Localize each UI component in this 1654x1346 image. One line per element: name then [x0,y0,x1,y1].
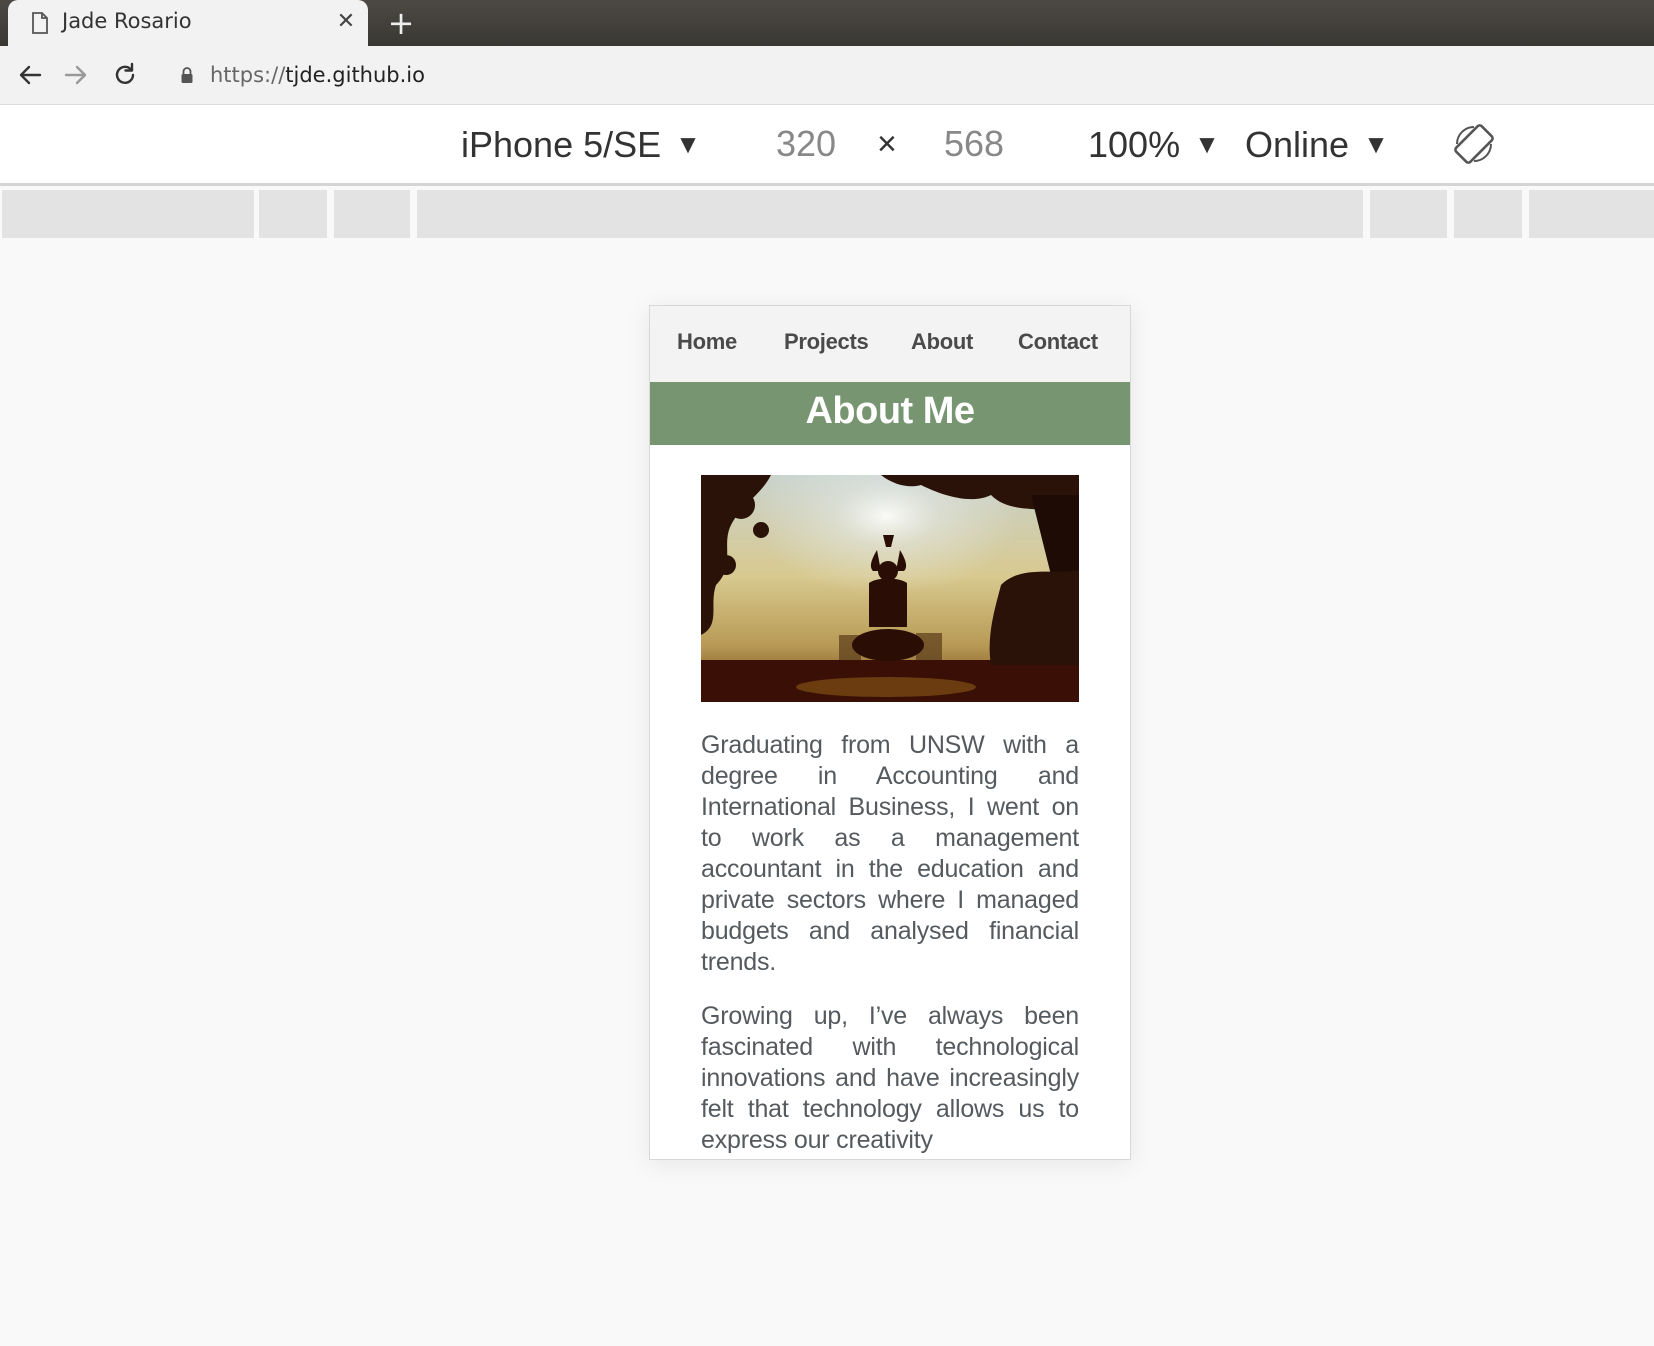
reload-icon[interactable] [111,61,139,89]
device-viewport: Home Projects About Contact About Me Gra… [649,305,1131,1160]
zoom-select[interactable]: 100% ▼ [1088,123,1220,166]
site-nav: Home Projects About Contact [650,306,1130,382]
media-query-segment[interactable] [1454,190,1522,238]
new-tab-button[interactable]: + [386,4,416,42]
device-toolbar: iPhone 5/SE ▼ 320 × 568 100% ▼ Online ▼ [0,105,1654,186]
close-tab-icon[interactable]: ✕ [334,8,358,36]
tab-title: Jade Rosario [62,9,192,33]
height-input[interactable]: 568 [944,123,1004,165]
nav-about-link[interactable]: About [911,329,973,355]
network-select[interactable]: Online ▼ [1245,123,1389,166]
forward-arrow-icon[interactable] [62,61,90,89]
width-input[interactable]: 320 [776,123,836,165]
media-query-bar [0,190,1654,238]
lock-icon [181,67,193,83]
bio-paragraph: Growing up, I’ve always been fascinated … [701,1002,1079,1154]
back-arrow-icon[interactable] [16,61,44,89]
address-toolbar: https://tjde.github.io [0,46,1654,105]
caret-down-icon: ▼ [1194,129,1220,159]
times-icon: × [877,125,897,163]
network-label: Online [1245,124,1350,165]
zoom-label: 100% [1088,124,1181,165]
caret-down-icon: ▼ [1363,129,1389,159]
yoga-silhouette-photo [701,475,1079,702]
bio-paragraph: Graduating from UNSW with a degree in Ac… [701,731,1079,976]
device-select[interactable]: iPhone 5/SE ▼ [461,123,701,166]
rotate-icon[interactable] [1451,121,1497,167]
url-host: tjde.github.io [285,63,425,87]
tab-strip: Jade Rosario ✕ + [0,0,1654,46]
document-icon [32,12,48,34]
browser-tab[interactable]: Jade Rosario ✕ [8,0,368,46]
nav-home-link[interactable]: Home [677,329,737,355]
nav-contact-link[interactable]: Contact [1018,329,1098,355]
url-scheme: https:// [210,63,286,87]
media-query-segment[interactable] [1529,190,1654,238]
media-query-segment[interactable] [2,190,254,238]
media-query-segment[interactable] [1370,190,1447,238]
media-query-segment[interactable] [259,190,327,238]
url-bar[interactable]: https://tjde.github.io [180,57,425,93]
media-query-segment[interactable] [334,190,410,238]
page-title: About Me [650,382,1130,445]
media-query-segment[interactable] [417,190,1363,238]
device-label: iPhone 5/SE [461,124,662,165]
nav-projects-link[interactable]: Projects [784,329,869,355]
caret-down-icon: ▼ [675,129,701,159]
